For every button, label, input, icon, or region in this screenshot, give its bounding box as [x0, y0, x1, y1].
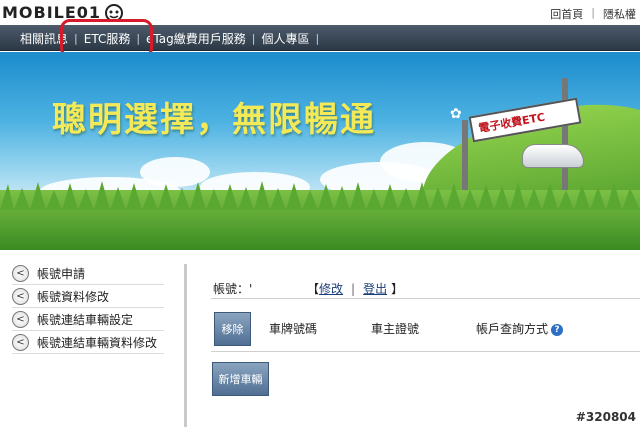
- utility-separator: |: [591, 6, 595, 19]
- white-car: [522, 144, 584, 168]
- nav-separator: |: [315, 31, 320, 45]
- chevron-left-circle-icon: <: [12, 333, 29, 351]
- account-label: 帳號：: [213, 282, 250, 296]
- sidebar-item-account-apply[interactable]: < 帳號申請: [12, 262, 164, 285]
- sidebar-item-vehicle-link-setup[interactable]: < 帳號連結車輛設定: [12, 308, 164, 331]
- link-divider: |: [351, 281, 356, 296]
- account-value: ': [249, 281, 253, 296]
- column-header-query-method: 帳戶查詢方式?: [476, 320, 564, 337]
- photo-id-watermark: #320804: [575, 410, 636, 424]
- chevron-left-circle-icon: <: [12, 264, 29, 282]
- sidebar-item-label: 帳號連結車輛資料修改: [37, 335, 158, 350]
- utility-links: 回首頁 | 隱私權: [546, 6, 640, 22]
- nav-item-personal-area[interactable]: 個人專區: [255, 30, 315, 47]
- column-header-query-method-label: 帳戶查詢方式: [476, 322, 549, 336]
- account-row: 帳號： ' 【 修改 | 登出 】: [213, 280, 403, 297]
- column-header-plate-number: 車牌號碼: [269, 322, 318, 336]
- help-icon[interactable]: ?: [551, 323, 564, 336]
- add-vehicle-button[interactable]: 新增車輛: [212, 362, 269, 396]
- logout-link[interactable]: 登出: [363, 280, 387, 297]
- divider-line: [211, 351, 640, 352]
- remove-button[interactable]: 移除: [214, 312, 251, 346]
- chevron-left-circle-icon: <: [12, 310, 29, 328]
- nav-item-etag-service[interactable]: eTag繳費用戶服務: [140, 30, 252, 47]
- sidebar-item-label: 帳號資料修改: [37, 289, 110, 304]
- butterfly-icon: ✿: [450, 106, 462, 122]
- edit-link[interactable]: 修改: [319, 280, 343, 297]
- sidebar-item-vehicle-link-edit[interactable]: < 帳號連結車輛資料修改: [12, 331, 164, 354]
- sidebar-menu: < 帳號申請 < 帳號資料修改 < 帳號連結車輛設定 < 帳號連結車輛資料修改: [12, 262, 164, 354]
- content-divider: [184, 264, 187, 427]
- banner-slogan: 聰明選擇，無限暢通: [52, 100, 376, 140]
- hero-banner: 電子收費ETC ✿ 聰明選擇，無限暢通: [0, 52, 640, 250]
- sidebar-item-label: 帳號連結車輛設定: [37, 312, 134, 327]
- sidebar-item-account-edit[interactable]: < 帳號資料修改: [12, 285, 164, 308]
- sidebar-item-label: 帳號申請: [37, 266, 86, 281]
- chevron-left-circle-icon: <: [12, 287, 29, 305]
- column-header-owner-id: 車主證號: [371, 322, 420, 336]
- bracket-close: 】: [391, 282, 404, 296]
- divider-line: [211, 298, 640, 299]
- bracket-open: 【: [307, 282, 320, 296]
- privacy-link[interactable]: 隱私權: [599, 6, 640, 22]
- home-link[interactable]: 回首頁: [546, 6, 587, 22]
- grass-blades: [0, 181, 640, 210]
